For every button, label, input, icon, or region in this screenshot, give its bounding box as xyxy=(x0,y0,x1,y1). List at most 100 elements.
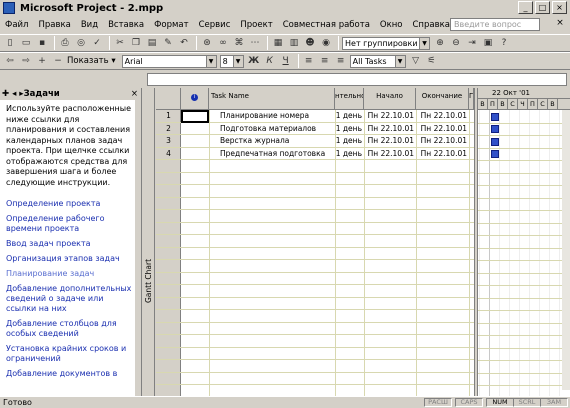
menu-file[interactable]: Файл xyxy=(0,20,33,30)
link-tasks-icon[interactable]: ∞ xyxy=(216,36,230,50)
link-add-task-info[interactable]: Добавление дополнительных сведений о зад… xyxy=(0,284,141,314)
table-row[interactable] xyxy=(156,235,474,248)
filter-select[interactable]: All Tasks ▼ xyxy=(349,54,406,68)
align-center-icon[interactable]: ≡ xyxy=(318,54,332,68)
entry-field[interactable] xyxy=(147,73,567,86)
link-enter-tasks[interactable]: Ввод задач проекта xyxy=(0,239,141,249)
table-row[interactable] xyxy=(156,185,474,198)
vertical-scrollbar[interactable] xyxy=(562,110,570,390)
format-painter-icon[interactable]: ✎ xyxy=(161,36,175,50)
link-deadlines[interactable]: Установка крайних сроков и ограничений xyxy=(0,344,141,364)
ask-question-input[interactable]: Введите вопрос xyxy=(450,18,540,31)
unlink-tasks-icon[interactable]: ⌘ xyxy=(232,36,246,50)
document-close-icon[interactable]: × xyxy=(554,18,566,30)
undo-icon[interactable]: ↶ xyxy=(177,36,191,50)
link-working-time[interactable]: Определение рабочего времени проекта xyxy=(0,214,141,234)
table-row[interactable]: 1 Планирование номера 1 день Пн 22.10.01 Пн … xyxy=(156,110,474,123)
close-button[interactable]: × xyxy=(552,1,567,14)
table-row[interactable] xyxy=(156,348,474,360)
selected-cell[interactable] xyxy=(181,110,209,123)
arrow-left-icon[interactable]: ⇦ xyxy=(3,54,17,68)
menu-format[interactable]: Формат xyxy=(149,20,194,30)
table-row[interactable] xyxy=(156,298,474,310)
task-info-icon[interactable]: ▦ xyxy=(271,36,285,50)
align-right-icon[interactable]: ≡ xyxy=(334,54,348,68)
close-pane-icon[interactable]: × xyxy=(131,89,138,99)
help-icon[interactable]: ? xyxy=(497,36,511,50)
font-size-select[interactable]: 8 ▼ xyxy=(219,54,244,68)
menu-view[interactable]: Вид xyxy=(76,20,103,30)
menu-edit[interactable]: Правка xyxy=(33,20,75,30)
gantt-task-bar[interactable] xyxy=(491,137,499,146)
back-icon[interactable]: ✚ ◂ ▸ xyxy=(2,89,24,99)
header-finish[interactable]: Окончание xyxy=(416,88,469,110)
table-row[interactable] xyxy=(156,173,474,185)
link-define-project[interactable]: Определение проекта xyxy=(0,199,141,209)
open-icon[interactable]: ▭ xyxy=(19,36,33,50)
gantt-task-bar[interactable] xyxy=(491,125,499,133)
gantt-task-bar[interactable] xyxy=(491,150,499,158)
header-task-name[interactable]: Task Name xyxy=(209,88,335,110)
table-row[interactable] xyxy=(156,310,474,323)
view-bar[interactable]: Gantt Chart xyxy=(143,88,155,396)
italic-button[interactable]: К xyxy=(263,54,277,68)
add-icon[interactable]: + xyxy=(35,54,49,68)
spelling-icon[interactable]: ✓ xyxy=(90,36,104,50)
bold-button[interactable]: Ж xyxy=(247,54,261,68)
table-row[interactable] xyxy=(156,273,474,285)
maximize-button[interactable]: □ xyxy=(535,1,550,14)
header-duration[interactable]: нтельнос xyxy=(335,88,364,110)
copy-icon[interactable]: ❐ xyxy=(129,36,143,50)
zoom-in-icon[interactable]: ⊕ xyxy=(433,36,447,50)
table-row[interactable] xyxy=(156,198,474,210)
minimize-button[interactable]: _ xyxy=(518,1,533,14)
show-dropdown[interactable]: Показать ▾ xyxy=(67,56,116,66)
table-row[interactable] xyxy=(156,248,474,260)
menu-tools[interactable]: Сервис xyxy=(194,20,236,30)
link-schedule-tasks[interactable]: Планирование задач xyxy=(0,269,141,279)
menu-window[interactable]: Окно xyxy=(375,20,408,30)
link-add-columns[interactable]: Добавление столбцов для особых сведений xyxy=(0,319,141,339)
new-icon[interactable]: ▯ xyxy=(3,36,17,50)
cut-icon[interactable]: ✂ xyxy=(113,36,127,50)
menu-help[interactable]: Справка xyxy=(408,20,455,30)
link-add-documents[interactable]: Добавление документов в xyxy=(0,369,141,379)
table-row[interactable] xyxy=(156,360,474,373)
copy-picture-icon[interactable]: ▣ xyxy=(481,36,495,50)
underline-button[interactable]: Ч xyxy=(279,54,293,68)
table-row[interactable]: 4 Предпечатная подготовка 1 день Пн 22.10.0… xyxy=(156,148,474,160)
gantt-wizard-icon[interactable]: ⚟ xyxy=(425,54,439,68)
table-row[interactable] xyxy=(156,373,474,385)
paste-icon[interactable]: ▤ xyxy=(145,36,159,50)
zoom-out-icon[interactable]: ⊖ xyxy=(449,36,463,50)
app-icon[interactable] xyxy=(3,2,15,14)
remove-icon[interactable]: − xyxy=(51,54,65,68)
table-row[interactable] xyxy=(156,285,474,298)
pane-scrollbar[interactable] xyxy=(135,100,141,396)
grouping-select[interactable]: Нет группировки ▼ xyxy=(342,36,430,50)
align-left-icon[interactable]: ≡ xyxy=(302,54,316,68)
menu-insert[interactable]: Вставка xyxy=(103,20,149,30)
link-organize-phases[interactable]: Организация этапов задач xyxy=(0,254,141,264)
print-icon[interactable]: ⎙ xyxy=(58,36,72,50)
autofilter-icon[interactable]: ▽ xyxy=(409,54,423,68)
print-preview-icon[interactable]: ◎ xyxy=(74,36,88,50)
table-row[interactable] xyxy=(156,323,474,335)
table-row[interactable] xyxy=(156,260,474,273)
save-icon[interactable]: ▪ xyxy=(35,36,49,50)
header-info[interactable]: i xyxy=(181,88,209,110)
hyperlink-icon[interactable]: ⊛ xyxy=(200,36,214,50)
table-row[interactable] xyxy=(156,335,474,348)
arrow-right-icon[interactable]: ⇨ xyxy=(19,54,33,68)
table-row[interactable]: 2 Подготовка материалов 1 день Пн 22.10.01 П… xyxy=(156,123,474,135)
split-task-icon[interactable]: ⋯ xyxy=(248,36,262,50)
menu-collaborate[interactable]: Совместная работа xyxy=(278,20,375,30)
gantt-task-bar[interactable] xyxy=(491,112,499,121)
menu-project[interactable]: Проект xyxy=(235,20,277,30)
task-notes-icon[interactable]: ▥ xyxy=(287,36,301,50)
header-select-all[interactable] xyxy=(156,88,181,110)
table-row[interactable] xyxy=(156,223,474,235)
table-row[interactable] xyxy=(156,210,474,223)
header-start[interactable]: Начало xyxy=(364,88,416,110)
font-select[interactable]: Arial ▼ xyxy=(121,54,217,68)
